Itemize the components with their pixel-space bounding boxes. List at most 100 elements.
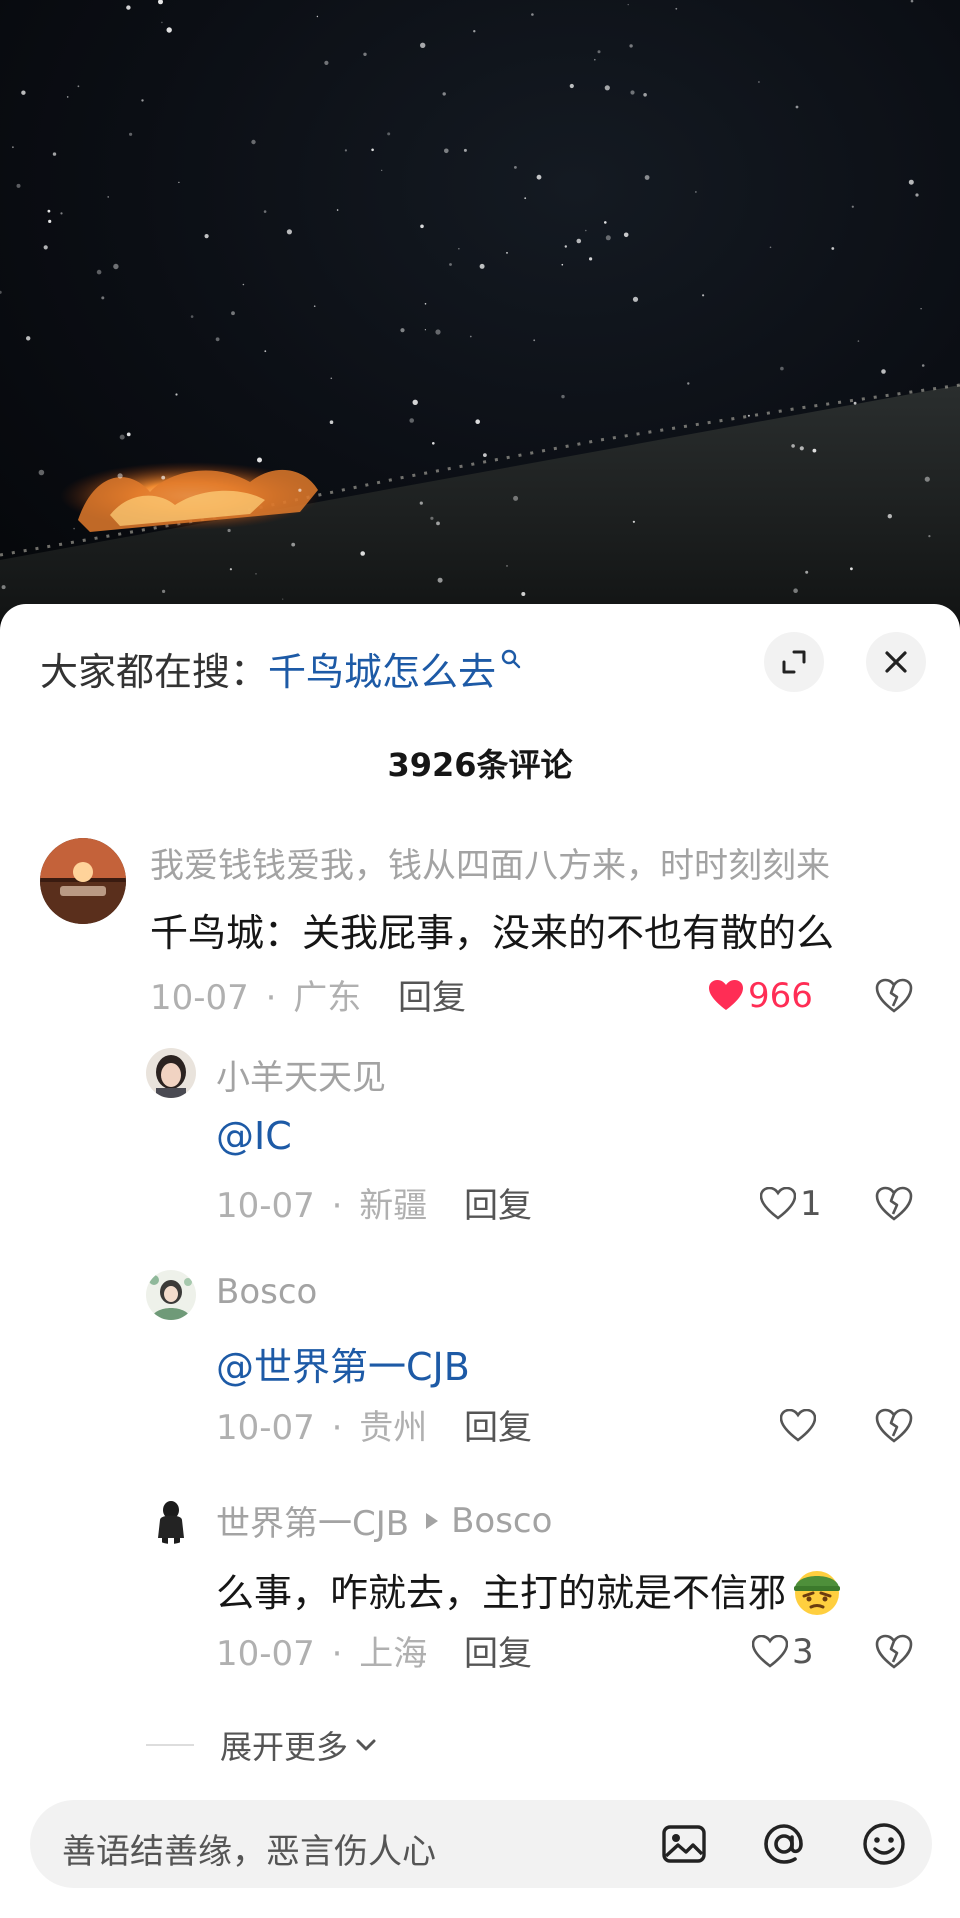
- star-particle: [702, 294, 705, 297]
- star-particle: [629, 44, 633, 48]
- star-particle: [524, 197, 527, 200]
- star-particle: [26, 336, 31, 341]
- star-particle: [264, 350, 267, 353]
- video-frame: [0, 0, 960, 620]
- star-particle: [910, 0, 914, 3]
- reply-button[interactable]: 回复: [464, 1626, 532, 1675]
- comment-date: 10-07: [216, 1634, 315, 1674]
- expand-button[interactable]: [764, 632, 824, 692]
- star-particle: [21, 90, 26, 95]
- star-particle: [632, 296, 639, 302]
- heart-icon: [709, 980, 743, 1010]
- comment-input[interactable]: 善语结善缘，恶言伤人心: [30, 1800, 932, 1888]
- image-icon[interactable]: [660, 1820, 708, 1868]
- star-particle: [757, 81, 760, 83]
- like-button[interactable]: 3: [752, 1630, 814, 1674]
- comment-username[interactable]: 我爱钱钱爱我，钱从四面八方来，时时刻刻来: [150, 838, 830, 887]
- star-particle: [286, 229, 292, 235]
- star-particle: [569, 83, 574, 89]
- star-particle: [644, 175, 650, 180]
- search-suggestion[interactable]: 大家都在搜： 千鸟城怎么去: [40, 640, 522, 696]
- like-button[interactable]: 966: [708, 974, 813, 1018]
- star-particle: [630, 90, 635, 95]
- star-particle: [853, 401, 857, 405]
- broken-heart-icon[interactable]: [874, 976, 914, 1016]
- expand-more-button[interactable]: 展开更多: [146, 1722, 380, 1768]
- star-particle: [436, 521, 440, 526]
- chevron-down-icon: [356, 1739, 376, 1751]
- star-particle: [521, 592, 526, 596]
- avatar[interactable]: [146, 1270, 196, 1320]
- search-icon: [501, 649, 521, 669]
- star-particle: [769, 246, 772, 249]
- star-particle: [215, 337, 220, 342]
- reply-button[interactable]: 回复: [464, 1178, 532, 1227]
- reply-button[interactable]: 回复: [398, 970, 466, 1019]
- broken-heart-icon[interactable]: [874, 1406, 914, 1446]
- comment-date: 10-07: [150, 978, 249, 1018]
- comment-text: 千鸟城：关我屁事，没来的不也有散的么: [150, 911, 835, 955]
- search-term-link[interactable]: 千鸟城怎么去: [268, 641, 496, 696]
- star-particle: [795, 105, 799, 109]
- like-button[interactable]: 1: [760, 1182, 822, 1226]
- star-particle: [400, 328, 405, 333]
- star-particle: [420, 224, 424, 229]
- avatar[interactable]: [40, 838, 126, 924]
- star-particle: [412, 399, 418, 405]
- like-count: 1: [800, 1184, 822, 1224]
- star-particle: [107, 196, 109, 198]
- star-particle: [857, 340, 860, 342]
- star-particle: [178, 181, 180, 184]
- star-particle: [908, 179, 914, 185]
- star-particle: [291, 542, 296, 547]
- comment-username[interactable]: Bosco: [216, 1272, 317, 1312]
- star-particle: [561, 263, 564, 266]
- comment-text[interactable]: @世界第一CJB: [216, 1336, 470, 1391]
- star-particle: [336, 209, 339, 211]
- star-particle: [242, 283, 245, 286]
- star-particle: [424, 303, 427, 305]
- comment-meta: 10-07 · 广东: [150, 970, 361, 1019]
- expand-more-label: 展开更多: [220, 1728, 349, 1766]
- broken-heart-icon[interactable]: [874, 1632, 914, 1672]
- star-particle: [805, 570, 809, 574]
- avatar[interactable]: [146, 1048, 196, 1098]
- comment-username[interactable]: 世界第一CJB: [216, 1496, 409, 1545]
- star-particle: [38, 469, 45, 476]
- video-player[interactable]: [0, 0, 960, 620]
- comment-location: 上海: [359, 1634, 428, 1674]
- star-particle: [463, 148, 467, 152]
- star-particle: [119, 434, 125, 440]
- star-particle: [632, 520, 636, 523]
- comment-username[interactable]: 小羊天天见: [216, 1050, 386, 1099]
- heart-icon: [780, 1409, 816, 1442]
- star-particle: [344, 149, 347, 152]
- star-particle: [73, 527, 75, 530]
- reply-button[interactable]: 回复: [464, 1400, 532, 1449]
- star-particle: [475, 419, 481, 425]
- star-particle: [444, 148, 449, 154]
- reply-to-username[interactable]: Bosco: [451, 1501, 552, 1541]
- star-particle: [887, 514, 892, 519]
- avatar[interactable]: [146, 1494, 196, 1544]
- star-particle: [564, 245, 567, 248]
- like-button[interactable]: [780, 1404, 820, 1448]
- star-particle: [458, 248, 460, 250]
- star-particle: [597, 50, 601, 54]
- comment-location: 贵州: [359, 1408, 428, 1448]
- star-particle: [469, 335, 472, 338]
- at-icon[interactable]: [760, 1820, 808, 1868]
- star-particle: [255, 573, 257, 575]
- star-particle: [924, 476, 930, 482]
- comment-text[interactable]: @IC: [216, 1114, 292, 1158]
- star-particle: [420, 42, 426, 48]
- star-particle: [52, 152, 57, 156]
- star-particle: [298, 488, 302, 492]
- emoji-icon[interactable]: [860, 1820, 908, 1868]
- broken-heart-icon[interactable]: [874, 1184, 914, 1224]
- comment-count: 3926条评论: [387, 746, 573, 784]
- close-button[interactable]: [866, 632, 926, 692]
- star-particle: [831, 247, 835, 250]
- comment-date: 10-07: [216, 1186, 315, 1226]
- star-particle: [313, 305, 316, 308]
